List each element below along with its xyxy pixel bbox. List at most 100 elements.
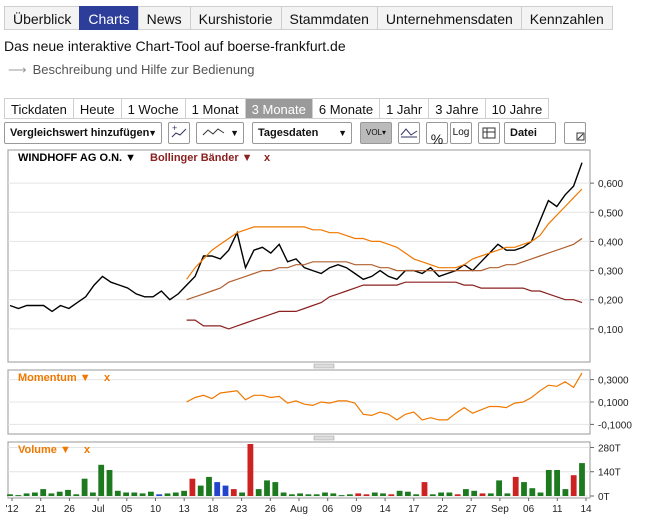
x-tick-label: 18 [207,504,219,515]
volume-bar [562,489,569,496]
data-select[interactable]: Tagesdaten ▼ [252,122,352,144]
volume-bar [247,444,254,496]
volume-bar [81,478,88,496]
x-tick-label: 26 [64,504,76,515]
volume-bar [421,482,428,496]
volume-bar [463,489,469,496]
volume-bar [487,493,494,496]
volume-bar [206,476,212,496]
y-tick-label: 0,3000 [598,376,629,387]
volume-bar [32,492,38,496]
x-tick-label: 11 [552,504,563,515]
tab-unternehmensdaten[interactable]: Unternehmensdaten [376,6,521,30]
volume-bar [289,494,295,496]
volume-bar [479,493,486,496]
tab-überblick[interactable]: Überblick [4,6,80,30]
volume-bar [214,482,221,496]
volume-bar [355,493,362,496]
volume-bar [123,492,129,496]
x-tick-label: 21 [35,504,47,515]
x-tick-label: 09 [351,504,363,515]
file-menu[interactable]: Datei [504,122,556,144]
period-1-woche[interactable]: 1 Woche [120,98,185,119]
volume-bar [537,492,544,496]
tab-charts[interactable]: Charts [79,6,138,30]
volume-bar [255,489,262,496]
fullscreen-icon[interactable] [564,122,586,144]
volume-bar [554,470,560,496]
chart-area: 0,100 0,200 0,300 0,400 0,500 0,600 WINDHOFF A… [4,148,656,531]
volume-bar [222,485,229,496]
x-tick-label: 27 [466,504,478,515]
period-1-monat[interactable]: 1 Monat [184,98,245,119]
volume-bar [322,492,328,496]
period-3-monate[interactable]: 3 Monate [244,98,312,119]
volume-bar [396,490,403,496]
table-view-icon[interactable] [478,122,500,144]
chart-toolbar: Vergleichswert hinzufügen ▼ + ▼ Tagesdat… [4,122,654,147]
period-6-monate[interactable]: 6 Monate [311,98,380,119]
volume-bar [164,493,171,496]
volume-bar [521,482,527,496]
help-link[interactable]: ⟶ Beschreibung und Hilfe zur Bedienung [8,62,255,78]
volume-bar [90,492,96,496]
remove-volume-icon: x [84,444,91,456]
volume-bar [230,489,237,496]
price-legend: WINDHOFF AG O.N. ▼ [18,152,136,164]
x-tick-label: 14 [380,504,392,515]
volume-bar [106,470,113,496]
volume-bar [197,485,204,496]
volume-bar [73,494,80,496]
y-tick-label: 0,600 [598,179,623,190]
svg-text:+: + [172,123,177,133]
tab-kurshistorie[interactable]: Kurshistorie [189,6,281,30]
add-indicator-icon[interactable]: + [168,122,190,144]
volume-bar [545,470,552,496]
tab-news[interactable]: News [137,6,190,30]
log-label: Log [452,127,470,138]
volume-bar [172,492,179,496]
volume-bar [413,494,420,496]
period-10-jahre[interactable]: 10 Jahre [484,98,550,119]
volume-bar [504,493,511,496]
x-tick-label: Jul [92,504,105,515]
volume-toggle[interactable]: VOL▾ [360,122,392,144]
chart-svg[interactable]: 0,100 0,200 0,300 0,400 0,500 0,600 WINDHOFF A… [4,148,656,526]
x-tick-label: Aug [290,504,308,515]
volume-bar [297,493,303,496]
tab-kennzahlen[interactable]: Kennzahlen [520,6,613,30]
x-tick-label: 22 [437,504,449,515]
data-select-label: Tagesdaten [258,127,319,139]
volume-bar [471,490,478,496]
y-tick-label: 0,1000 [598,398,629,409]
log-toggle[interactable]: Log [450,122,472,144]
panel-frame [7,149,591,363]
bollinger-legend: Bollinger Bänder ▼ [150,152,253,164]
tab-stammdaten[interactable]: Stammdaten [280,6,377,30]
compare-dropdown-label: Vergleichswert hinzufügen [10,127,150,139]
volume-bar [388,494,395,496]
volume-bar [114,490,121,496]
volume-bar [347,494,353,496]
period-heute[interactable]: Heute [72,98,121,119]
period-3-jahre[interactable]: 3 Jahre [428,98,485,119]
draw-tool-icon[interactable] [398,122,420,144]
volume-bar [23,493,30,496]
volume-bar [264,480,270,496]
chart-type-dropdown[interactable]: ▼ [196,122,244,144]
caret-down-icon: ▼ [148,128,157,138]
caret-down-icon: ▼ [338,128,347,138]
compare-dropdown[interactable]: Vergleichswert hinzufügen ▼ [4,122,162,144]
volume-bar [405,491,411,496]
percent-toggle[interactable]: % [426,122,448,147]
volume-bar [570,475,577,496]
y-tick-label: 0,400 [598,237,623,248]
x-tick-label: Sep [491,504,509,515]
volume-bar [280,492,287,496]
volume-bar [446,492,453,496]
volume-bar [40,489,47,496]
period-tickdaten[interactable]: Tickdaten [4,98,73,119]
volume-bar [330,493,337,496]
period-1-jahr[interactable]: 1 Jahr [379,98,429,119]
x-tick-label: 23 [236,504,248,515]
